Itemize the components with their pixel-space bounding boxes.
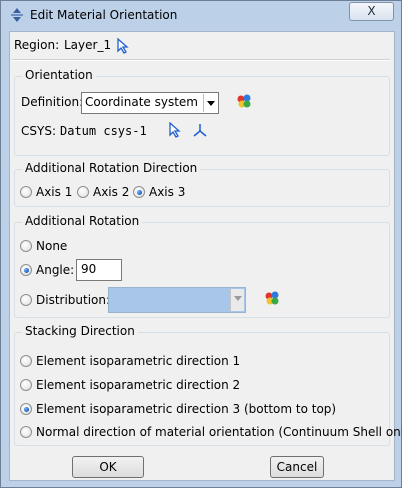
axis3-label[interactable]: Axis 3 xyxy=(149,185,185,199)
stacking-group: Stacking Direction Element isoparametric… xyxy=(14,324,402,446)
ok-button[interactable]: OK xyxy=(72,456,144,478)
region-label: Region: xyxy=(14,38,60,52)
axis2-label[interactable]: Axis 2 xyxy=(93,185,129,199)
stacking-dir3-radio[interactable] xyxy=(20,403,32,415)
none-label[interactable]: None xyxy=(36,239,67,253)
stacking-dir1-label[interactable]: Element isoparametric direction 1 xyxy=(36,354,240,368)
stacking-normal-radio[interactable] xyxy=(20,426,32,438)
create-field-icon[interactable] xyxy=(264,290,280,309)
dialog-window: Edit Material Orientation X Region: Laye… xyxy=(0,0,402,488)
angle-label[interactable]: Angle: xyxy=(36,263,74,277)
window-title: Edit Material Orientation xyxy=(30,8,178,22)
definition-value: Coordinate system xyxy=(85,95,198,109)
orientation-group: Orientation Definition: Coordinate syste… xyxy=(14,68,390,156)
angle-value: 90 xyxy=(81,262,97,276)
create-field-icon[interactable] xyxy=(236,93,252,112)
rotation-direction-group: Additional Rotation Direction Axis 1 Axi… xyxy=(14,161,390,207)
csys-label: CSYS: xyxy=(21,124,56,138)
distribution-select[interactable] xyxy=(108,287,246,313)
select-arrow-icon[interactable] xyxy=(117,37,130,54)
angle-input[interactable]: 90 xyxy=(76,259,122,281)
axis2-radio[interactable] xyxy=(77,186,89,198)
region-value: Layer_1 xyxy=(64,38,112,52)
chevron-down-icon[interactable] xyxy=(230,289,244,311)
orientation-legend: Orientation xyxy=(22,68,96,82)
none-radio[interactable] xyxy=(20,240,32,252)
stacking-normal-label[interactable]: Normal direction of material orientation… xyxy=(36,425,402,439)
axis1-radio[interactable] xyxy=(20,186,32,198)
stacking-legend: Stacking Direction xyxy=(22,324,138,338)
cancel-button[interactable]: Cancel xyxy=(270,456,324,478)
axis1-label[interactable]: Axis 1 xyxy=(36,185,72,199)
rotation-legend: Additional Rotation xyxy=(22,214,143,228)
title-bar[interactable]: Edit Material Orientation X xyxy=(1,1,401,31)
separator xyxy=(12,59,390,61)
rotation-group: Additional Rotation None Angle: 90 Distr… xyxy=(14,214,390,318)
definition-label: Definition: xyxy=(21,95,84,109)
stacking-dir1-radio[interactable] xyxy=(20,355,32,367)
stacking-dir2-radio[interactable] xyxy=(20,379,32,391)
stacking-dir2-label[interactable]: Element isoparametric direction 2 xyxy=(36,378,240,392)
abaqus-app-icon xyxy=(9,7,25,23)
select-arrow-icon[interactable] xyxy=(169,121,182,138)
datum-csys-icon[interactable] xyxy=(192,122,208,141)
chevron-down-icon[interactable] xyxy=(203,94,217,112)
csys-value: Datum csys-1 xyxy=(60,124,147,138)
stacking-dir3-label[interactable]: Element isoparametric direction 3 (botto… xyxy=(36,402,336,416)
definition-select[interactable]: Coordinate system xyxy=(81,92,219,114)
rotation-direction-legend: Additional Rotation Direction xyxy=(22,161,201,175)
distribution-radio[interactable] xyxy=(20,294,32,306)
dialog-body: Region: Layer_1 Orientation Definition: … xyxy=(9,31,402,481)
distribution-label[interactable]: Distribution: xyxy=(36,293,110,307)
axis3-radio[interactable] xyxy=(133,186,145,198)
close-button[interactable]: X xyxy=(349,2,394,21)
angle-radio[interactable] xyxy=(20,264,32,276)
